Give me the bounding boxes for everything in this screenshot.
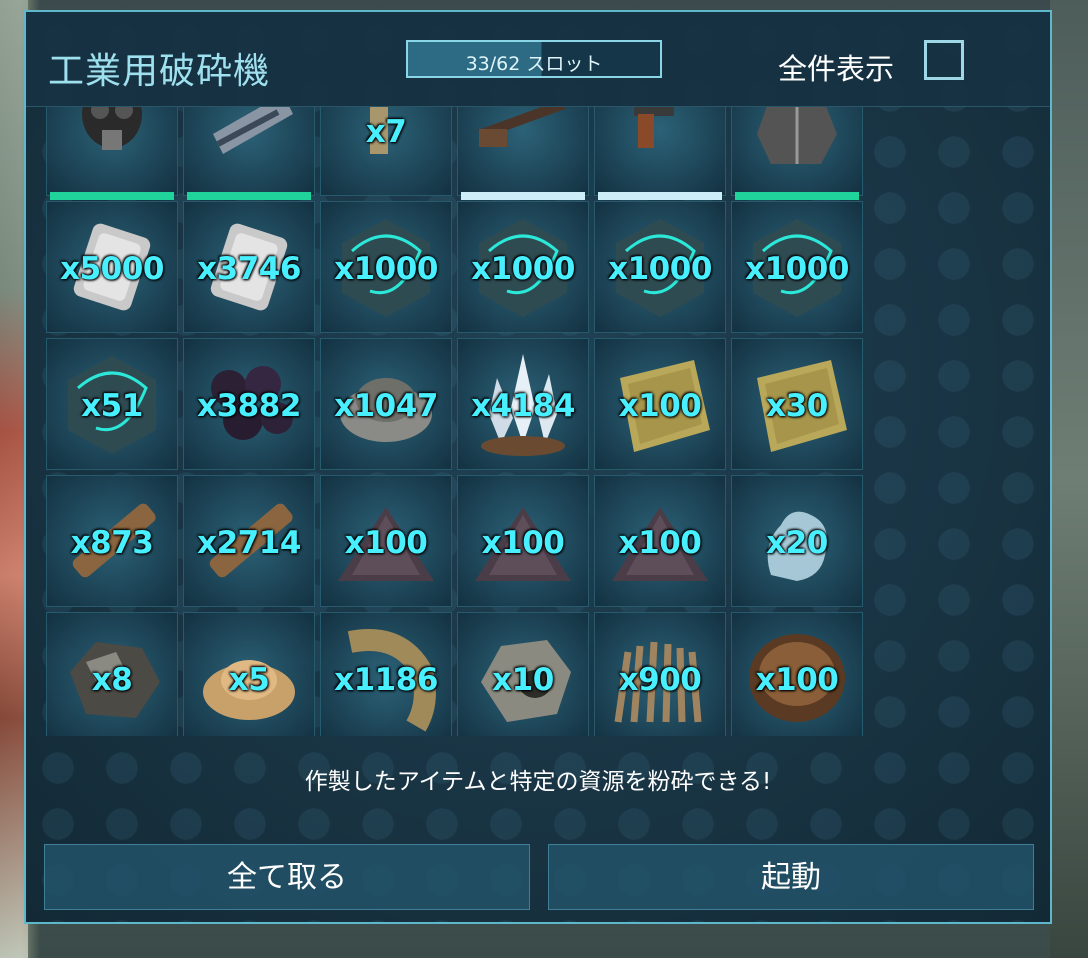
inventory-slot[interactable]: クリップ: 0: [594, 106, 726, 200]
item-quantity: x100: [755, 662, 839, 698]
inventory-slot[interactable]: x1000: [457, 201, 589, 333]
inventory-slot[interactable]: x873: [46, 475, 178, 607]
item-quantity: x2714: [197, 525, 301, 561]
item-quantity: x4184: [471, 388, 575, 424]
inventory-slot[interactable]: x100: [731, 612, 863, 736]
inventory-slot[interactable]: x2714: [183, 475, 315, 607]
item-quantity: x873: [70, 525, 154, 561]
slot-capacity-bar: 33/62 スロット: [406, 40, 662, 78]
item-quantity: x3746: [197, 251, 301, 287]
inventory-slot[interactable]: [731, 106, 863, 200]
background-right: [1050, 0, 1088, 958]
page-title: 工業用破砕機: [48, 51, 271, 92]
durability-bar: [461, 192, 585, 200]
inventory-slot[interactable]: x3882: [183, 338, 315, 470]
inventory-slot[interactable]: x1000: [594, 201, 726, 333]
inventory-slot[interactable]: x3746: [183, 201, 315, 333]
inventory-slot[interactable]: x1000: [731, 201, 863, 333]
inventory-slot[interactable]: x20: [731, 475, 863, 607]
item-quantity: x20: [766, 525, 828, 561]
inventory-slot[interactable]: x900: [594, 612, 726, 736]
item-quantity: x5: [228, 662, 270, 698]
durability-bar: [187, 192, 311, 200]
inventory-grid: x7 クリップ: 0クリップ: 0 x5000 x3746 x1000 x1000 x100…: [46, 106, 866, 736]
slot-count: 33/62 スロット: [465, 53, 603, 75]
description-text: 作製したアイテムと特定の資源を粉砕できる!: [304, 769, 772, 795]
inventory-slot[interactable]: x30: [731, 338, 863, 470]
inventory-slot[interactable]: x10: [457, 612, 589, 736]
inventory-slot[interactable]: x100: [320, 475, 452, 607]
inventory-slot[interactable]: x1047: [320, 338, 452, 470]
item-quantity: x100: [481, 525, 565, 561]
item-quantity: x5000: [60, 251, 164, 287]
panel-header: 工業用破砕機 33/62 スロット 全件表示: [26, 12, 1050, 107]
inventory-slot[interactable]: x51: [46, 338, 178, 470]
item-quantity: x8: [91, 662, 133, 698]
show-all-checkbox[interactable]: [924, 40, 964, 80]
item-quantity: x100: [618, 388, 702, 424]
take-all-button[interactable]: 全て取る: [44, 844, 530, 910]
inventory-slot[interactable]: x8: [46, 612, 178, 736]
item-quantity: x1186: [334, 662, 438, 698]
item-quantity: x10: [492, 662, 554, 698]
inventory-slot[interactable]: [183, 106, 315, 200]
inventory-slot[interactable]: x100: [457, 475, 589, 607]
item-quantity: x30: [766, 388, 828, 424]
show-all-label: 全件表示: [778, 52, 895, 86]
activate-button[interactable]: 起動: [548, 844, 1034, 910]
item-quantity: x100: [344, 525, 428, 561]
item-quantity: x51: [81, 388, 143, 424]
item-quantity: x1000: [471, 251, 575, 287]
inventory-slot[interactable]: x5000: [46, 201, 178, 333]
item-quantity: x1000: [334, 251, 438, 287]
inventory-slot[interactable]: x1000: [320, 201, 452, 333]
inventory-slot[interactable]: x1186: [320, 612, 452, 736]
item-quantity: x7: [365, 114, 407, 150]
durability-bar: [598, 192, 722, 200]
item-quantity: x1000: [608, 251, 712, 287]
item-quantity: x1047: [334, 388, 438, 424]
item-quantity: x1000: [745, 251, 849, 287]
inventory-slot[interactable]: クリップ: 0: [457, 106, 589, 200]
item-quantity: x3882: [197, 388, 301, 424]
inventory-slot[interactable]: x4184: [457, 338, 589, 470]
durability-bar: [50, 192, 174, 200]
item-quantity: x900: [618, 662, 702, 698]
inventory-slot[interactable]: [46, 106, 178, 200]
inventory-slot[interactable]: x5: [183, 612, 315, 736]
inventory-slot[interactable]: x7: [320, 106, 452, 196]
inventory-slot[interactable]: x100: [594, 338, 726, 470]
item-quantity: x100: [618, 525, 702, 561]
crusher-panel: 工業用破砕機 33/62 スロット 全件表示 x7クリップ: 0クリップ: 0x…: [24, 10, 1052, 924]
inventory-slot[interactable]: x100: [594, 475, 726, 607]
durability-bar: [735, 192, 859, 200]
